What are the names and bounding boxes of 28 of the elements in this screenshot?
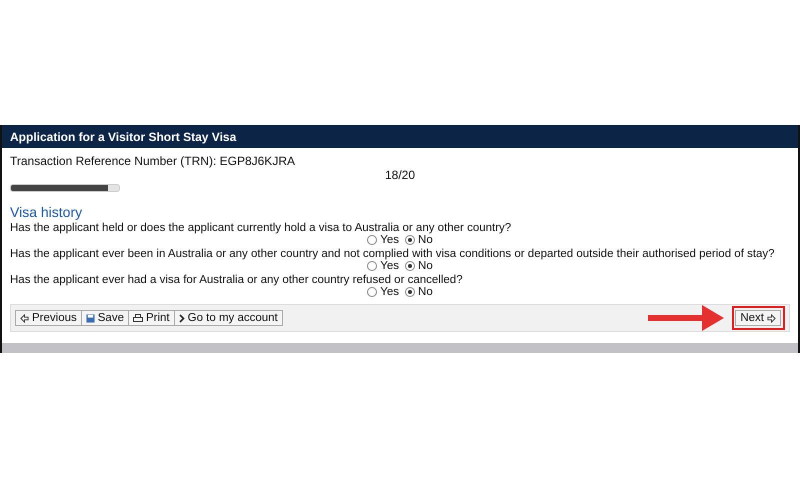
radio-button[interactable] [367,235,378,245]
form-title: Application for a Visitor Short Stay Visa [2,125,798,148]
chevron-right-icon [178,314,185,322]
save-button[interactable]: Save [80,310,129,326]
question-text: Has the applicant ever had a visa for Australia or any other country refused or cancelled? [10,274,464,286]
progress-reading: 18/20 [384,168,416,182]
option-label: No [418,234,433,246]
question-text: Has the applicant held or does the applicant currently hold a visa to Australia or any other country? [10,222,512,234]
next-button[interactable]: Next [735,310,781,326]
radio-button[interactable] [405,235,416,245]
radio-button[interactable] [405,287,416,297]
question-text: Has the applicant ever been in Australia or any other country and not complied with visa conditions or departed outside their authorised period of stay? [10,248,776,260]
section-heading: Visa history [10,204,84,220]
previous-button[interactable]: Previous [15,310,82,326]
print-button[interactable]: Print [128,310,175,326]
option-label: Yes [380,234,400,246]
radio-button[interactable] [405,261,416,271]
arrow-left-icon [20,314,29,322]
radio-button[interactable] [367,287,378,297]
trn-text: Transaction Reference Number (TRN): EGP8J6KJRA [10,154,296,168]
option-label: No [418,286,433,298]
option-label: Yes [380,286,400,298]
radio-button[interactable] [367,261,378,271]
arrow-right-icon [767,314,776,322]
option-label: No [418,260,433,272]
printer-icon [132,314,143,322]
account-button[interactable]: Go to my account [174,310,283,326]
option-label: Yes [380,260,400,272]
